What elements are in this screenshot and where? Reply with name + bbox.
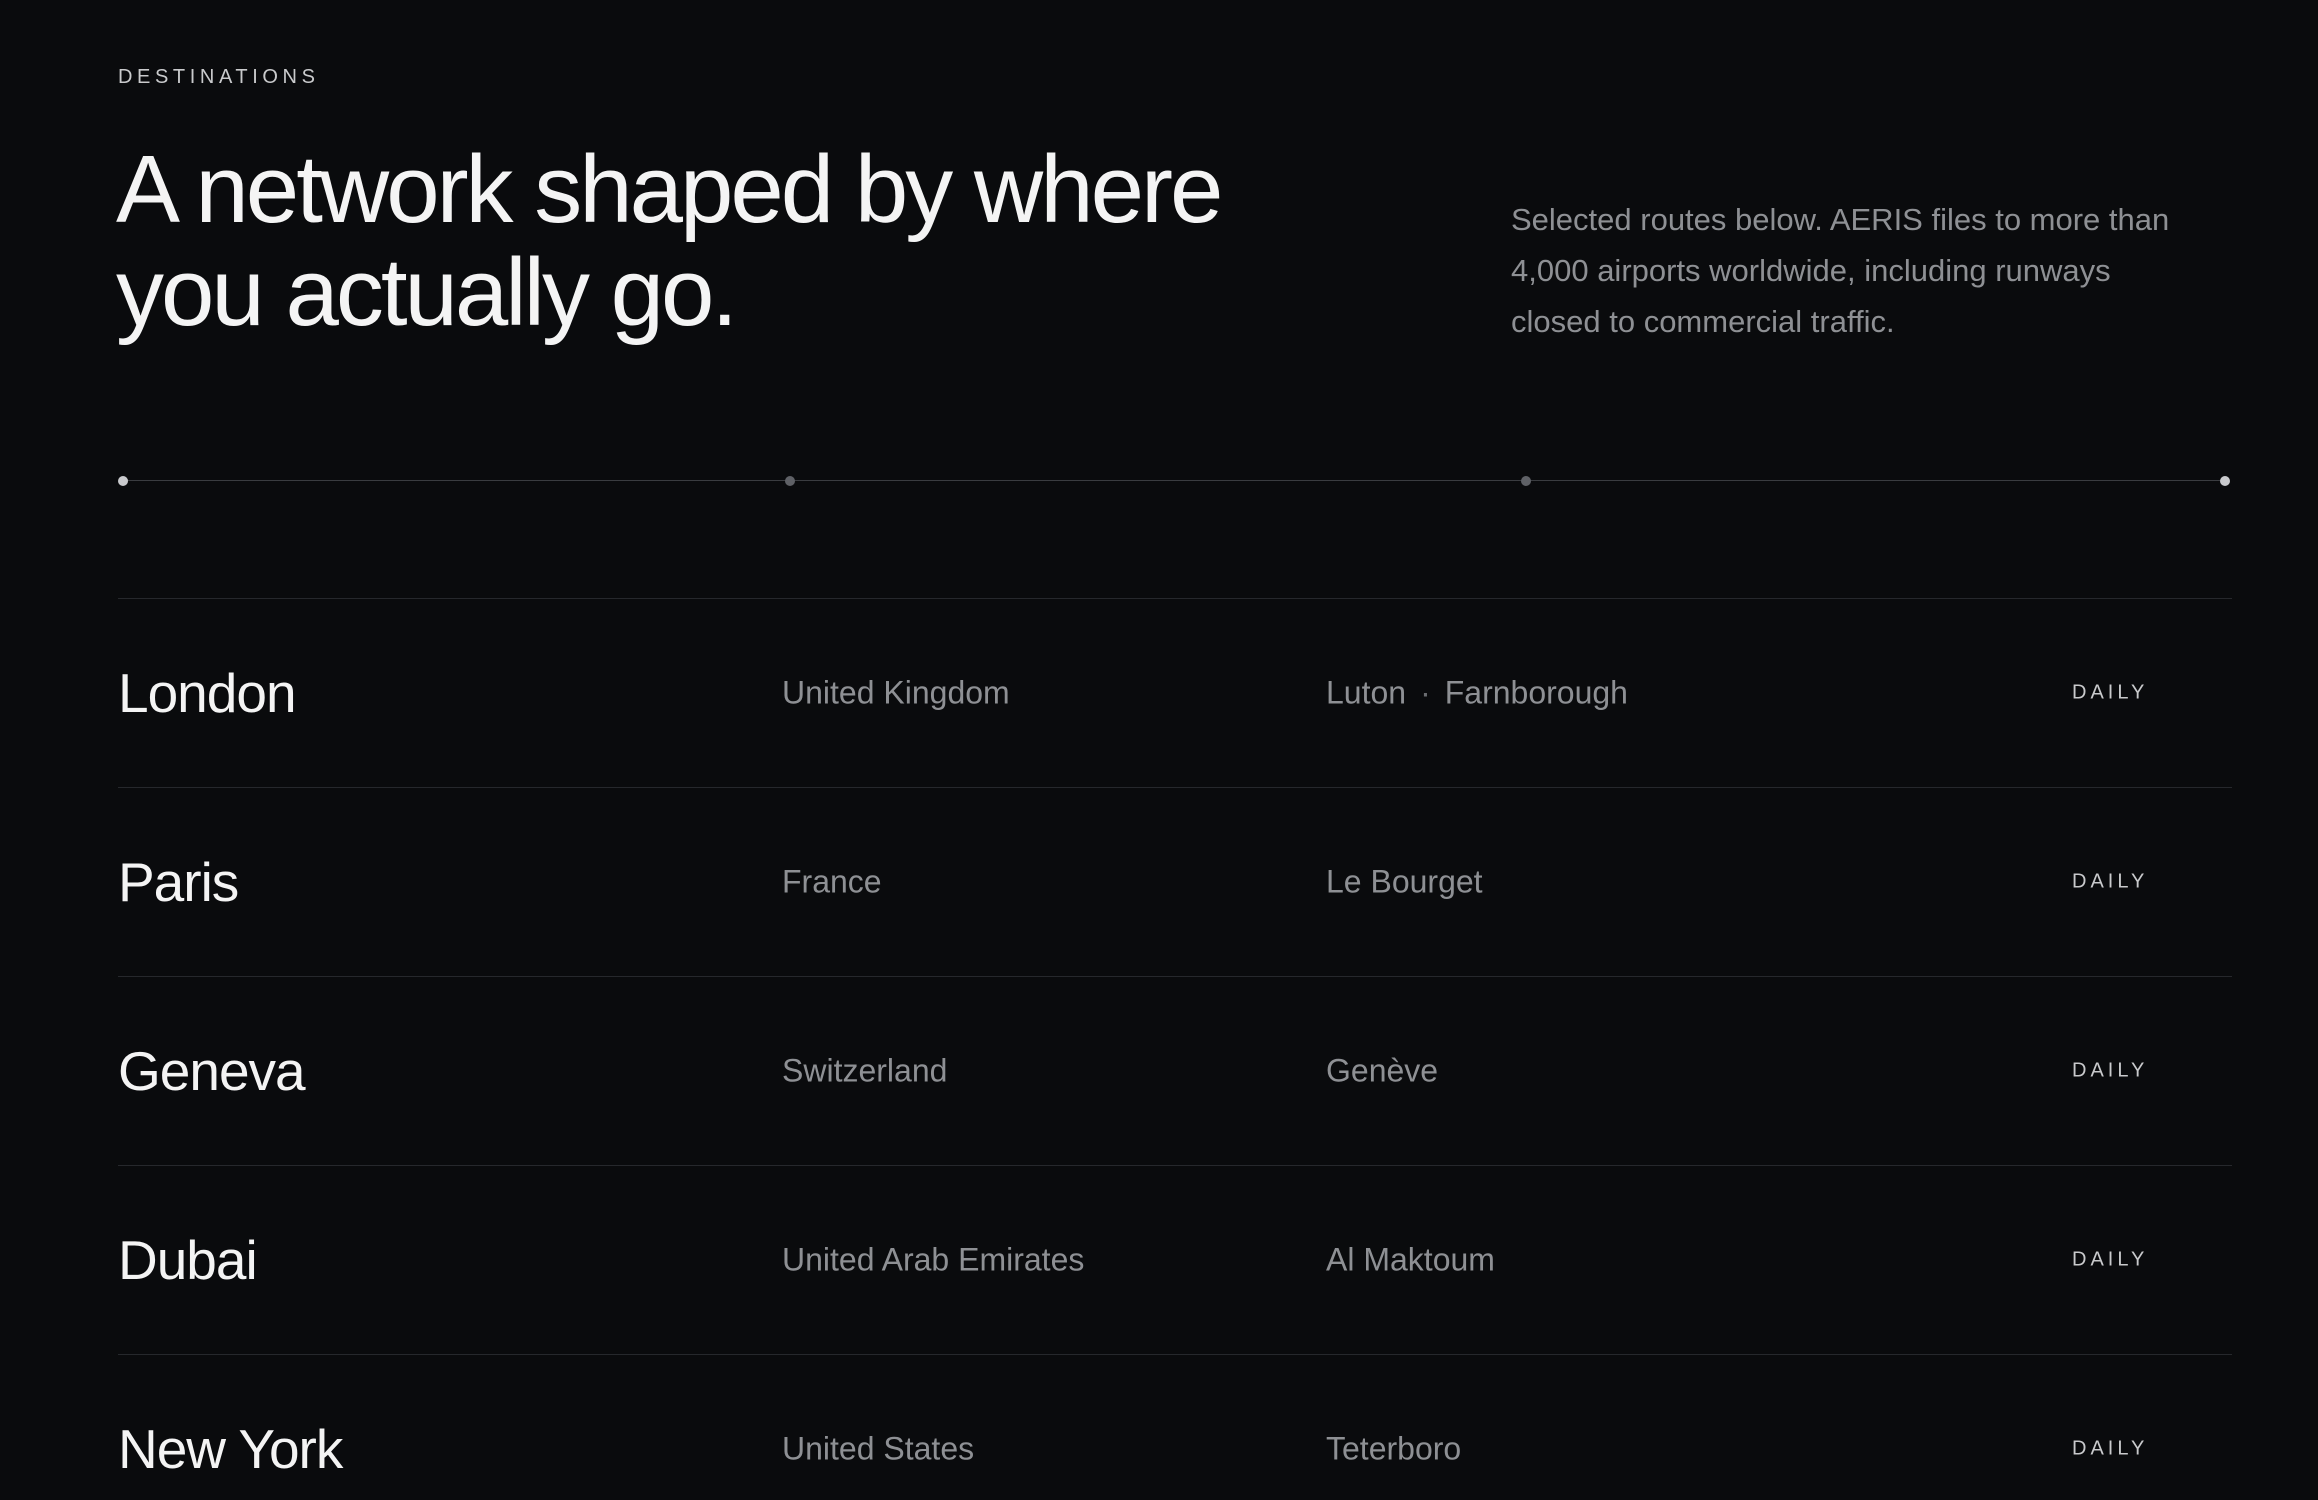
destination-airports: Luton · Farnborough — [1326, 675, 1628, 712]
destination-row[interactable]: London United Kingdom Luton · Farnborough DAI… — [118, 599, 2232, 788]
destination-airports: Genève — [1326, 1053, 1438, 1090]
destination-airports: Teterboro — [1326, 1431, 1461, 1468]
section-intro: Selected routes below. AERIS files to mo… — [1511, 202, 2170, 339]
route-timeline — [118, 468, 2230, 494]
destination-row[interactable]: New York United States Teterboro DAILY — [118, 1355, 2232, 1500]
destination-frequency: DAILY — [2072, 1059, 2149, 1082]
timeline-dot-end — [2220, 476, 2230, 486]
airport-name: Al Maktoum — [1326, 1241, 1495, 1278]
page-title-line-1: A network shaped by where — [116, 136, 1223, 243]
airport-name: Luton — [1326, 674, 1407, 711]
destination-frequency: DAILY — [2072, 681, 2149, 704]
destination-frequency: DAILY — [2072, 1437, 2149, 1460]
destination-country: United States — [782, 1430, 975, 1467]
destination-country: United Arab Emirates — [782, 1241, 1085, 1278]
page-title: A network shaped by where you actually g… — [116, 138, 1416, 344]
destination-frequency: DAILY — [2072, 1248, 2149, 1271]
destination-country: France — [782, 863, 882, 900]
section-eyebrow: DESTINATIONS — [118, 66, 320, 88]
destination-city: Dubai — [118, 1229, 258, 1291]
destination-frequency: DAILY — [2072, 870, 2149, 893]
destination-airports: Al Maktoum — [1326, 1242, 1495, 1279]
destination-row[interactable]: Paris France Le Bourget DAILY — [118, 788, 2232, 977]
airport-name: Teterboro — [1326, 1430, 1462, 1467]
destination-country: United Kingdom — [782, 674, 1010, 711]
page-title-line-2: you actually go. — [116, 239, 738, 346]
destination-airports: Le Bourget — [1326, 864, 1483, 901]
airport-name: Genève — [1326, 1052, 1439, 1089]
airport-name: Le Bourget — [1326, 863, 1483, 900]
airport-name: Farnborough — [1444, 674, 1628, 711]
destination-country: Switzerland — [782, 1052, 948, 1089]
destination-city: Geneva — [118, 1040, 306, 1102]
timeline-dot-start — [118, 476, 128, 486]
timeline-dot-1 — [785, 476, 795, 486]
airport-separator: · — [1420, 674, 1431, 711]
timeline-track — [122, 480, 2226, 481]
destination-row[interactable]: Dubai United Arab Emirates Al Maktoum DAILY — [118, 1166, 2232, 1355]
destination-city: London — [118, 662, 297, 724]
destination-city: New York — [118, 1418, 343, 1480]
destination-row[interactable]: Geneva Switzerland Genève DAILY — [118, 977, 2232, 1166]
destination-city: Paris — [118, 851, 239, 913]
timeline-dot-2 — [1521, 476, 1531, 486]
destination-list: London United Kingdom Luton · Farnborough DAI… — [118, 598, 2232, 1500]
